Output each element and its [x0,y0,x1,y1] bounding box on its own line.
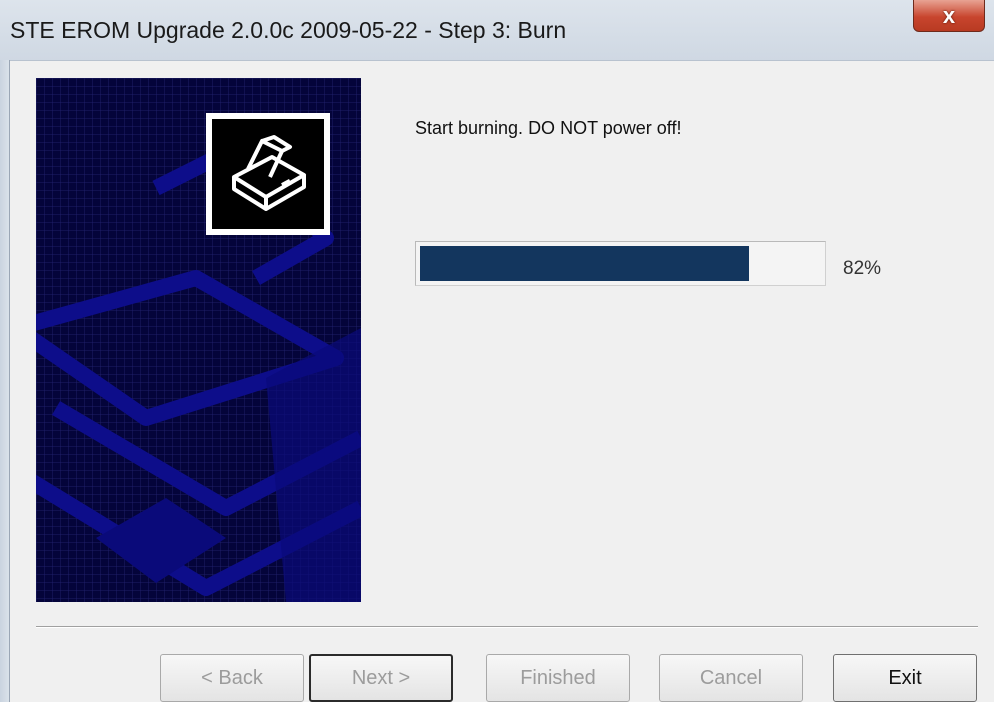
progress-percent: 82% [843,258,882,279]
window-title: STE EROM Upgrade 2.0.0c 2009-05-22 - Ste… [10,17,567,43]
back-button[interactable]: < Back [160,654,304,702]
title-bar[interactable]: STE EROM Upgrade 2.0.0c 2009-05-22 - Ste… [0,0,994,61]
printer-icon [232,135,306,211]
close-icon: x [942,2,956,28]
printer-icon-frame [206,113,330,235]
burn-progress-bar [415,241,826,286]
window-frame-left [0,60,10,702]
button-separator [36,626,978,628]
cancel-button[interactable]: Cancel [659,654,803,702]
status-message: Start burning. DO NOT power off! [415,118,682,138]
exit-button[interactable]: Exit [833,654,977,702]
close-button[interactable]: x [913,0,985,32]
burn-progress-fill [420,246,749,281]
finished-button[interactable]: Finished [486,654,630,702]
next-button[interactable]: Next > [309,654,453,702]
